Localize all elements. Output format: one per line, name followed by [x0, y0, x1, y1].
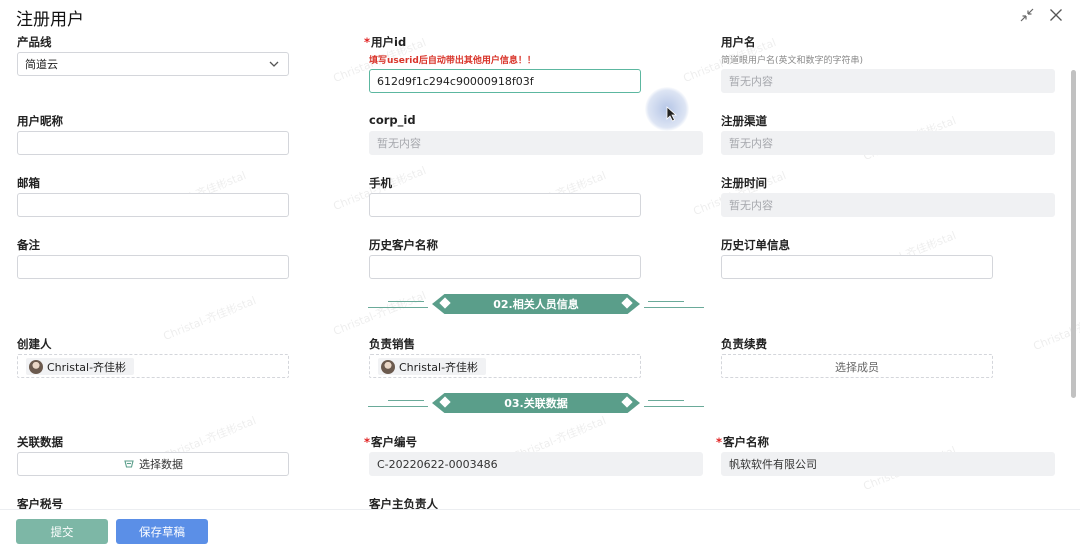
avatar	[381, 359, 395, 374]
section-title: 03.关联数据	[432, 393, 640, 413]
history-customer-label: 历史客户名称	[369, 238, 438, 252]
data-icon	[124, 460, 134, 468]
section-line	[648, 301, 684, 302]
remark-input[interactable]	[17, 255, 289, 279]
renewal-field[interactable]: 选择成员	[721, 354, 993, 378]
select-data-button[interactable]: 选择数据	[17, 452, 289, 476]
nickname-label: 用户昵称	[17, 114, 63, 128]
section-line	[388, 301, 424, 302]
history-order-input[interactable]	[721, 255, 993, 279]
required-mark: *	[364, 35, 371, 49]
section-related-data: 03.关联数据	[368, 392, 704, 414]
username-hint: 简道眼用户名(英文和数字的字符串)	[721, 56, 864, 66]
section-line	[388, 400, 424, 401]
username-input: 暂无内容	[721, 69, 1055, 93]
history-customer-input[interactable]	[369, 255, 641, 279]
member-name: Christal-齐佳彬	[399, 360, 479, 374]
sales-field[interactable]: Christal-齐佳彬	[369, 354, 641, 378]
section-title: 02.相关人员信息	[432, 294, 640, 314]
shrink-icon[interactable]	[1018, 6, 1036, 24]
register-user-dialog: Christal-齐佳彬stal Christal-齐佳彬stal Christ…	[0, 0, 1080, 549]
section-related-people: 02.相关人员信息	[368, 293, 704, 315]
customer-no-label-text: 客户编号	[371, 435, 418, 449]
product-line-label: 产品线	[17, 35, 52, 49]
scrollbar-thumb[interactable]	[1071, 70, 1076, 398]
required-mark: *	[364, 435, 371, 449]
product-line-value: 简道云	[25, 58, 58, 71]
section-line	[644, 406, 704, 407]
creator-field[interactable]: Christal-齐佳彬	[17, 354, 289, 378]
customer-no-input: C-20220622-0003486	[369, 452, 703, 476]
user-id-label-text: 用户id	[371, 35, 407, 49]
user-id-hint: 填写userid后自动带出其他用户信息！！	[369, 56, 536, 66]
email-label: 邮箱	[17, 176, 40, 190]
customer-name-label-text: 客户名称	[723, 435, 770, 449]
username-label: 用户名	[721, 35, 756, 49]
section-line	[648, 400, 684, 401]
dialog-footer: 提交 保存草稿	[0, 509, 1080, 549]
corp-id-label: corp_id	[369, 113, 416, 127]
avatar	[29, 359, 43, 374]
customer-no-label: *客户编号	[364, 434, 417, 450]
nickname-input[interactable]	[17, 131, 289, 155]
section-line	[644, 307, 704, 308]
dialog-title: 注册用户	[16, 10, 84, 30]
section-line	[368, 406, 428, 407]
reg-time-label: 注册时间	[721, 176, 767, 190]
remark-label: 备注	[17, 238, 40, 252]
save-draft-button[interactable]: 保存草稿	[116, 519, 208, 544]
phone-input[interactable]	[369, 193, 641, 217]
email-input[interactable]	[17, 193, 289, 217]
user-id-input[interactable]: 612d9f1c294c90000918f03f	[369, 69, 641, 93]
close-icon[interactable]	[1047, 6, 1065, 24]
phone-label: 手机	[369, 176, 392, 190]
creator-label: 创建人	[17, 337, 52, 351]
select-data-label: 选择数据	[139, 458, 183, 471]
sales-label: 负责销售	[369, 337, 415, 351]
member-tag: Christal-齐佳彬	[378, 358, 487, 375]
watermark: Christal-齐佳彬stal	[161, 293, 258, 344]
related-data-label: 关联数据	[17, 435, 63, 449]
required-mark: *	[716, 435, 723, 449]
chevron-down-icon	[269, 61, 279, 67]
customer-name-input: 帆软软件有限公司	[721, 452, 1055, 476]
reg-channel-input: 暂无内容	[721, 131, 1055, 155]
member-tag: Christal-齐佳彬	[26, 358, 135, 375]
customer-name-label: *客户名称	[716, 434, 769, 450]
mouse-cursor-icon	[666, 106, 678, 122]
submit-button[interactable]: 提交	[16, 519, 108, 544]
user-id-label: *用户id	[364, 34, 406, 50]
corp-id-input: 暂无内容	[369, 131, 703, 155]
renewal-label: 负责续费	[721, 337, 767, 351]
history-order-label: 历史订单信息	[721, 238, 790, 252]
product-line-select[interactable]: 简道云	[17, 52, 289, 76]
reg-time-input: 暂无内容	[721, 193, 1055, 217]
member-name: Christal-齐佳彬	[47, 360, 127, 374]
section-line	[368, 307, 428, 308]
select-member-placeholder: 选择成员	[835, 361, 879, 374]
reg-channel-label: 注册渠道	[721, 114, 767, 128]
